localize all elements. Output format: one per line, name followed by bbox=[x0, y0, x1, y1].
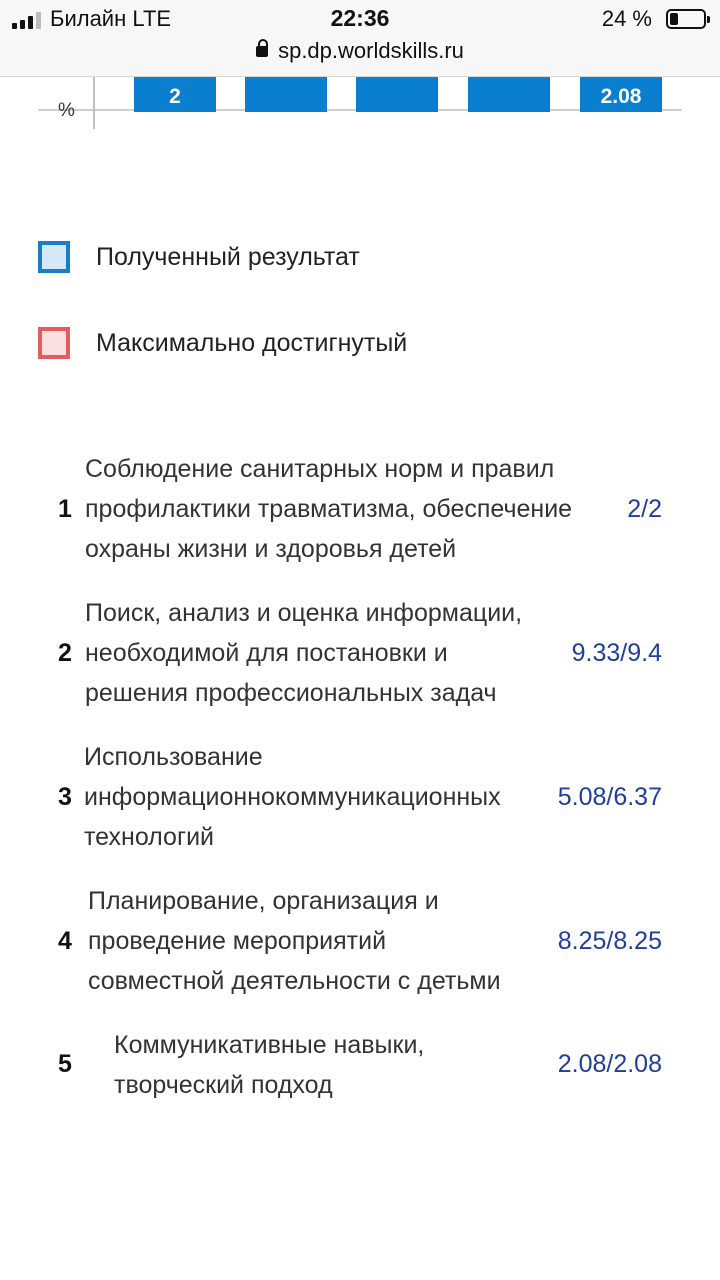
criterion-score: 9.33/9.4 bbox=[571, 639, 662, 667]
criterion-text: Планирование, организация и проведение ме… bbox=[88, 887, 501, 995]
legend-swatch-received bbox=[38, 241, 70, 273]
criterion-score: 5.08/6.37 bbox=[557, 783, 662, 811]
bar-value-label-5: 2.08 bbox=[601, 85, 642, 108]
bar-4 bbox=[468, 77, 550, 112]
bar-3 bbox=[356, 77, 438, 112]
url-text: sp.dp.worldskills.ru bbox=[278, 38, 464, 63]
axis-unit-label: % bbox=[58, 100, 75, 121]
legend-item-received: Полученный результат bbox=[38, 237, 360, 277]
legend-label-received: Полученный результат bbox=[96, 242, 360, 271]
criterion-text: Коммуникативные навыки, творческий подход bbox=[114, 1031, 425, 1099]
criterion-row: 3 Использование информационнокоммуникацио… bbox=[0, 737, 720, 857]
battery-icon bbox=[666, 9, 710, 29]
criterion-row: 1 Соблюдение санитарных норм и правил про… bbox=[0, 449, 720, 569]
criterion-score: 8.25/8.25 bbox=[557, 927, 662, 955]
criterion-number: 2 bbox=[58, 639, 72, 667]
criterion-number: 1 bbox=[58, 495, 72, 523]
battery-percent: 24 % bbox=[601, 6, 652, 31]
criterion-row: 5 Коммуникативные навыки, творческий подх… bbox=[0, 1025, 720, 1105]
criterion-score: 2.08/2.08 bbox=[557, 1050, 662, 1078]
criterion-row: 2 Поиск, анализ и оценка информации, необ… bbox=[0, 593, 720, 713]
criterion-number: 3 bbox=[58, 783, 72, 811]
legend-item-max: Максимально достигнутый bbox=[38, 323, 407, 363]
criterion-number: 5 bbox=[58, 1050, 72, 1078]
lock-icon bbox=[256, 39, 269, 57]
criterion-text: Использование информационнокоммуникационн… bbox=[84, 743, 501, 851]
criterion-row: 4 Планирование, организация и проведение … bbox=[0, 881, 720, 1001]
bars-group: 2 2.08 bbox=[134, 77, 662, 112]
bar-value-label-1: 2 bbox=[169, 85, 181, 108]
criterion-text: Соблюдение санитарных норм и правил профи… bbox=[85, 455, 573, 563]
browser-status-bar: Билайн LTE 22:36 24 % sp.dp.worldskills.… bbox=[0, 0, 720, 77]
address-bar[interactable]: sp.dp.worldskills.ru bbox=[0, 38, 720, 64]
criterion-text: Поиск, анализ и оценка информации, необхо… bbox=[85, 599, 523, 707]
criterion-number: 4 bbox=[58, 927, 72, 955]
results-bar-chart: % 2 2.08 bbox=[38, 77, 682, 129]
criterion-score: 2/2 bbox=[627, 495, 662, 523]
battery-fill bbox=[670, 13, 678, 25]
legend-label-max: Максимально достигнутый bbox=[96, 328, 408, 357]
legend-swatch-max bbox=[38, 327, 70, 359]
bar-2 bbox=[245, 77, 327, 112]
